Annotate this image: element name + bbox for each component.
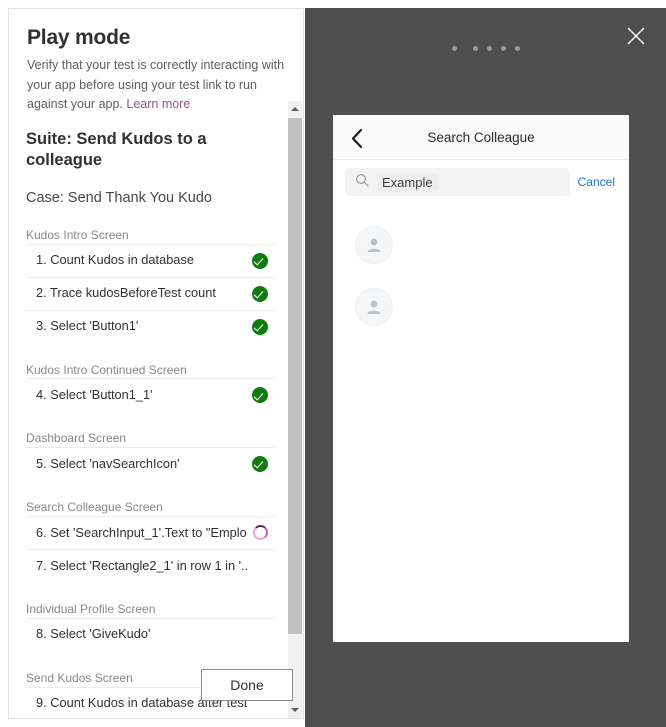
step-row[interactable]: 5. Select 'navSearchIcon' [26, 447, 275, 480]
steps-scrollbar[interactable] [288, 101, 302, 718]
step-groups: Kudos Intro Screen 1. Count Kudos in data… [26, 227, 275, 718]
loading-dot [451, 46, 457, 51]
check-circle-icon [252, 285, 268, 302]
phone-screen-title: Search Colleague [427, 129, 535, 145]
suite-title: Suite: Send Kudos to a colleague [26, 130, 207, 170]
person-avatar-icon [355, 226, 393, 264]
step-row[interactable]: 1. Count Kudos in database [26, 243, 275, 277]
step-pass-icon [247, 252, 273, 269]
search-results-list [333, 204, 629, 338]
steps-scroll-region: Suite: Send Kudos to a colleague Case: S… [10, 101, 291, 718]
check-circle-icon [252, 387, 268, 404]
step-pass-icon [247, 387, 273, 404]
screen-group-label: Individual Profile Screen [26, 601, 156, 616]
person-avatar-icon [355, 288, 393, 326]
phone-preview: Search Colleague Example Cancel [333, 115, 629, 642]
step-label: 4. Select 'Button1_1' [36, 387, 153, 403]
step-row[interactable]: 4. Select 'Button1_1' [26, 378, 275, 411]
screen-group-label: Dashboard Screen [26, 431, 127, 446]
loading-dot [514, 46, 520, 51]
step-label: 5. Select 'navSearchIcon' [36, 455, 180, 471]
search-icon [355, 173, 369, 192]
loading-dot [472, 46, 478, 51]
screen-group-label: Kudos Intro Continued Screen [26, 362, 187, 377]
loading-dot [500, 46, 506, 51]
page-title: Play mode [27, 26, 131, 49]
step-row[interactable]: 8. Select 'GiveKudo' [26, 617, 275, 651]
panel-header: Play mode Verify that your test is corre… [9, 9, 303, 114]
check-circle-icon [252, 252, 268, 269]
step-running-icon [247, 525, 273, 541]
scroll-down-arrow-icon[interactable] [288, 702, 302, 718]
step-pass-icon [247, 318, 273, 335]
step-row[interactable]: 6. Set 'SearchInput_1'.Text to "Emplo... [26, 515, 275, 549]
search-input-value: Example [377, 173, 438, 191]
search-cancel-link[interactable]: Cancel [578, 175, 619, 189]
play-mode-window: Play mode Verify that your test is corre… [0, 0, 666, 727]
loading-dot [486, 46, 492, 51]
spinner-icon [252, 525, 268, 541]
back-chevron-icon[interactable] [346, 127, 368, 149]
scroll-up-arrow-icon[interactable] [288, 101, 302, 117]
step-row[interactable]: 2. Trace kudosBeforeTest count [26, 276, 275, 310]
step-row[interactable]: 7. Select 'Rectangle2_1' in row 1 in '..… [26, 548, 275, 582]
step-pass-icon [247, 456, 273, 473]
check-circle-icon [252, 318, 268, 335]
done-button[interactable]: Done [201, 669, 293, 701]
step-label: 3. Select 'Button1' [36, 318, 139, 334]
scrollbar-thumb[interactable] [288, 118, 302, 634]
step-label: 6. Set 'SearchInput_1'.Text to "Emplo... [36, 524, 247, 540]
search-result-row[interactable] [333, 214, 629, 276]
step-row[interactable]: 3. Select 'Button1' [26, 309, 275, 343]
step-label: 7. Select 'Rectangle2_1' in row 1 in '..… [36, 557, 247, 573]
phone-search-row: Example Cancel [333, 160, 629, 204]
step-label: 1. Count Kudos in database [36, 252, 194, 268]
step-label: 2. Trace kudosBeforeTest count [36, 285, 216, 301]
step-pass-icon [247, 285, 273, 302]
step-label: 8. Select 'GiveKudo' [36, 626, 151, 642]
search-input[interactable]: Example [345, 168, 570, 196]
case-title: Case: Send Thank You Kudo [26, 189, 212, 206]
app-preview-backdrop: Search Colleague Example Cancel [305, 8, 666, 727]
phone-top-bar: Search Colleague [333, 115, 629, 160]
steps-list: Suite: Send Kudos to a colleague Case: S… [10, 129, 291, 718]
screen-group-label: Search Colleague Screen [26, 500, 163, 515]
play-mode-panel: Play mode Verify that your test is corre… [8, 8, 304, 719]
screen-group-label: Kudos Intro Screen [26, 227, 129, 242]
search-result-row[interactable] [333, 276, 629, 338]
check-circle-icon [252, 456, 268, 473]
loading-dots-indicator [305, 46, 666, 51]
